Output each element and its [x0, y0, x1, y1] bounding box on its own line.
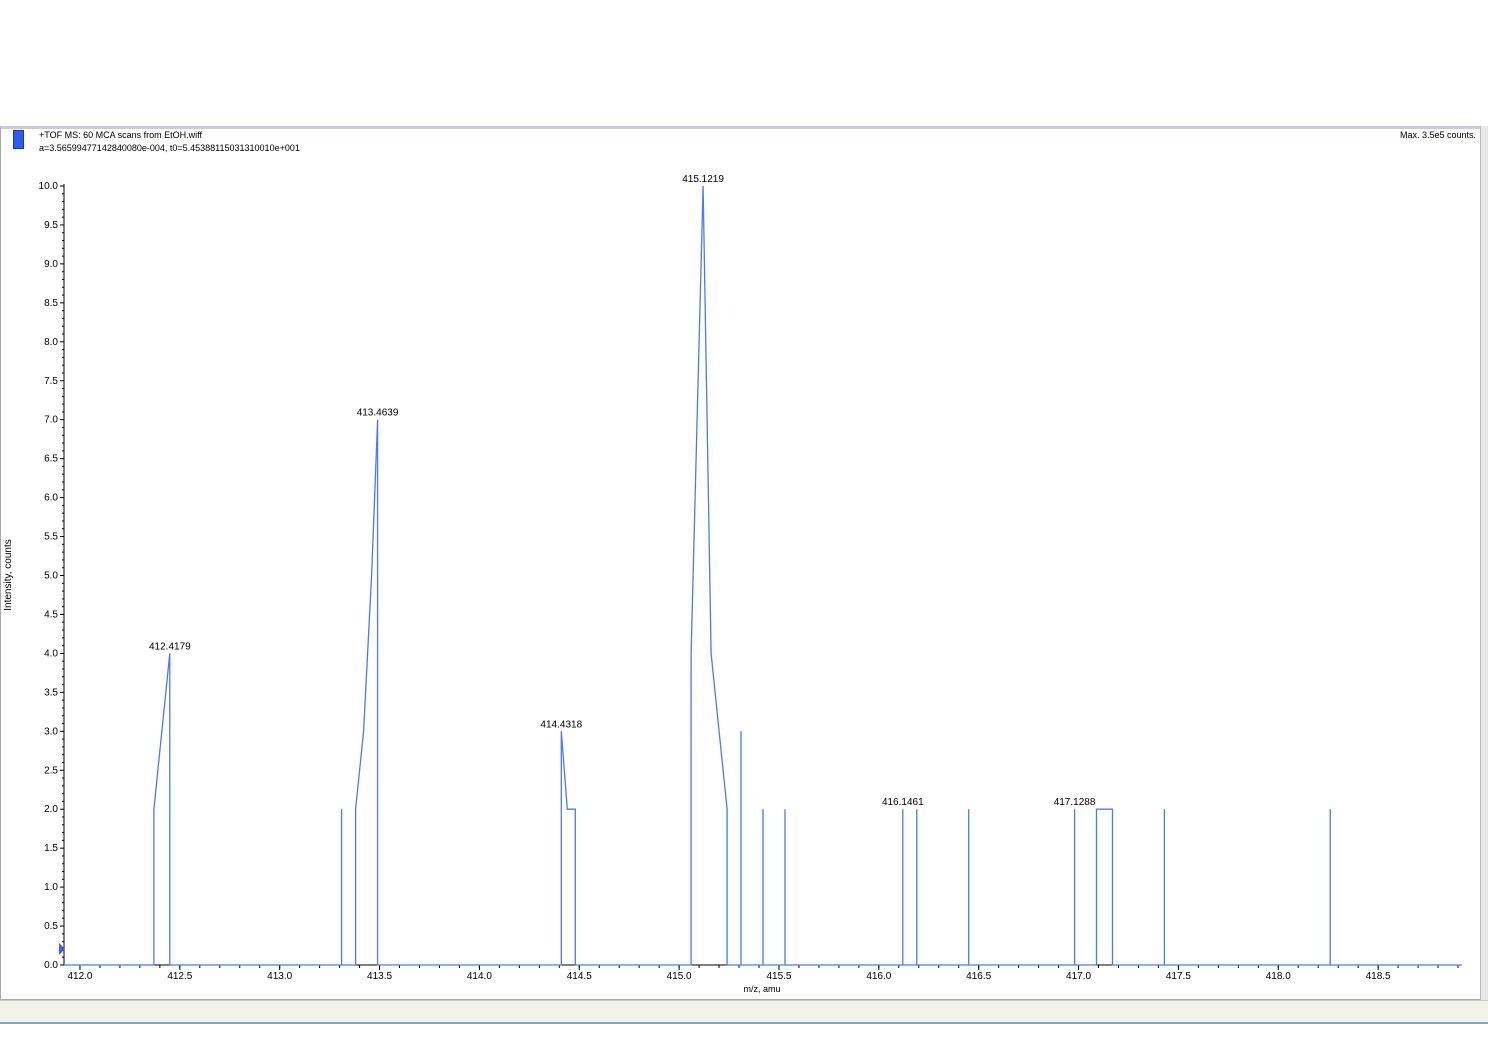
x-tick-label: 418.5: [1366, 971, 1391, 982]
y-tick-label: 1.0: [44, 882, 58, 893]
peak-label: 414.4318: [540, 719, 582, 730]
x-tick-label: 414.5: [567, 971, 592, 982]
y-tick-label: 2.5: [44, 765, 58, 776]
y-tick-label: 9.5: [44, 220, 58, 231]
peak-label: 412.4179: [149, 641, 191, 652]
peak-label: 417.1288: [1054, 797, 1096, 808]
bottom-panel: [0, 1000, 1488, 1024]
y-tick-label: 10.0: [39, 181, 59, 192]
x-axis-ticks: 412.0 412.5 413.0 413.5 414.0 414.5 415.0 415.5…: [67, 965, 1459, 982]
x-axis-title: m/z, amu: [743, 984, 780, 994]
spectrum-chart[interactable]: 0.0 0.5 1.0 1.5 2.0 2.5 3.0 3.5 4.0 4.5 5.0 5.5 6.0 6…: [0, 0, 1488, 1000]
y-axis-ticks: 0.0 0.5 1.0 1.5 2.0 2.5 3.0 3.5 4.0 4.5 5.0 5.5 6.0 6…: [39, 181, 64, 971]
x-tick-label: 415.0: [667, 971, 692, 982]
y-tick-label: 3.0: [44, 726, 58, 737]
y-tick-label: 0.5: [44, 921, 58, 932]
spectrum-trace: [64, 185, 1462, 966]
y-tick-label: 6.0: [44, 493, 58, 504]
x-tick-label: 418.0: [1266, 971, 1291, 982]
x-tick-label: 417.5: [1166, 971, 1191, 982]
x-tick-label: 414.0: [467, 971, 492, 982]
y-tick-label: 3.5: [44, 687, 58, 698]
x-tick-label: 412.0: [67, 971, 92, 982]
y-axis-title: Intensity, counts: [3, 539, 14, 611]
x-tick-label: 416.5: [966, 971, 991, 982]
y-tick-label: 5.5: [44, 532, 58, 543]
y-tick-label: 6.5: [44, 454, 58, 465]
x-tick-label: 415.5: [766, 971, 791, 982]
y-tick-label: 4.5: [44, 609, 58, 620]
x-tick-label: 413.5: [367, 971, 392, 982]
y-tick-label: 8.5: [44, 298, 58, 309]
peak-label: 413.4639: [357, 408, 399, 419]
y-tick-label: 7.5: [44, 376, 58, 387]
y-tick-label: 1.5: [44, 843, 58, 854]
x-tick-label: 413.0: [267, 971, 292, 982]
y-tick-label: 8.0: [44, 337, 58, 348]
x-tick-label: 417.0: [1066, 971, 1091, 982]
x-tick-label: 416.0: [866, 971, 891, 982]
peak-labels: 412.4179 413.4639 414.4318 415.1219 416.1461…: [149, 174, 1096, 808]
y-tick-label: 5.0: [44, 571, 58, 582]
y-tick-label: 0.0: [44, 960, 58, 971]
peak-label: 416.1461: [882, 797, 924, 808]
y-tick-label: 7.0: [44, 415, 58, 426]
y-tick-label: 9.0: [44, 259, 58, 270]
x-tick-label: 412.5: [167, 971, 192, 982]
y-tick-label: 4.0: [44, 648, 58, 659]
peak-label: 415.1219: [682, 174, 724, 185]
y-tick-label: 2.0: [44, 804, 58, 815]
